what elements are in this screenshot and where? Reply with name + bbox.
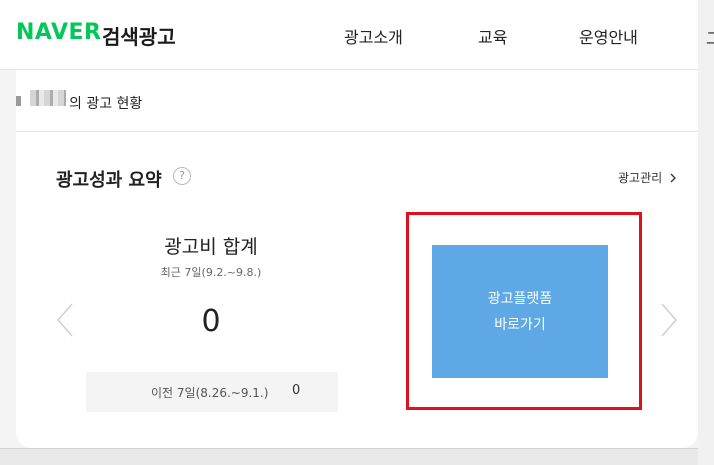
carousel-next-icon[interactable] (658, 302, 680, 338)
previous-period-value: 0 (292, 383, 301, 398)
nav-item-education[interactable]: 교육 (478, 24, 507, 48)
ad-platform-button-line1: 광고플랫폼 (487, 290, 553, 307)
ad-status-text: 의 광고 현황 (69, 96, 143, 112)
top-navigation: NAVER 검색광고 광고소개 교육 운영안내 (16, 14, 698, 70)
ad-management-link-label: 광고관리 (618, 171, 663, 185)
previous-period-label: 이전 7일(8.26.~9.1.) (151, 386, 269, 400)
naver-logo[interactable]: NAVER (16, 20, 101, 45)
ad-cost-total-title: 광고비 합계 (164, 236, 258, 258)
help-icon[interactable]: ? (173, 167, 191, 185)
summary-title: 광고성과 요약 (56, 170, 162, 191)
ad-platform-shortcut-button[interactable]: 광고플랫폼 바로가기 (432, 245, 608, 378)
chevron-right-icon (670, 173, 676, 183)
nav-item-ad-intro[interactable]: 광고소개 (344, 24, 403, 48)
background-footer-strip (0, 448, 714, 465)
ad-cost-period: 최근 7일(9.2.~9.8.) (160, 266, 262, 279)
ad-management-link[interactable]: 광고관리 (618, 169, 677, 186)
nav-item-operation-guide[interactable]: 운영안내 (579, 24, 638, 48)
redacted-account-name (30, 90, 66, 106)
redacted-name-fragment (16, 96, 21, 106)
ad-platform-button-line2: 바로가기 (494, 316, 546, 333)
search-ad-logo-text[interactable]: 검색광고 (102, 21, 176, 50)
ad-cost-total-value: 0 (201, 304, 221, 339)
popup-card: NAVER 검색광고 광고소개 교육 운영안내 의 광고 현황 광고성과 요약 … (16, 14, 698, 448)
background-partial-text: 그 (706, 29, 714, 48)
background-right-edge (698, 0, 714, 465)
carousel-prev-icon[interactable] (54, 302, 76, 338)
